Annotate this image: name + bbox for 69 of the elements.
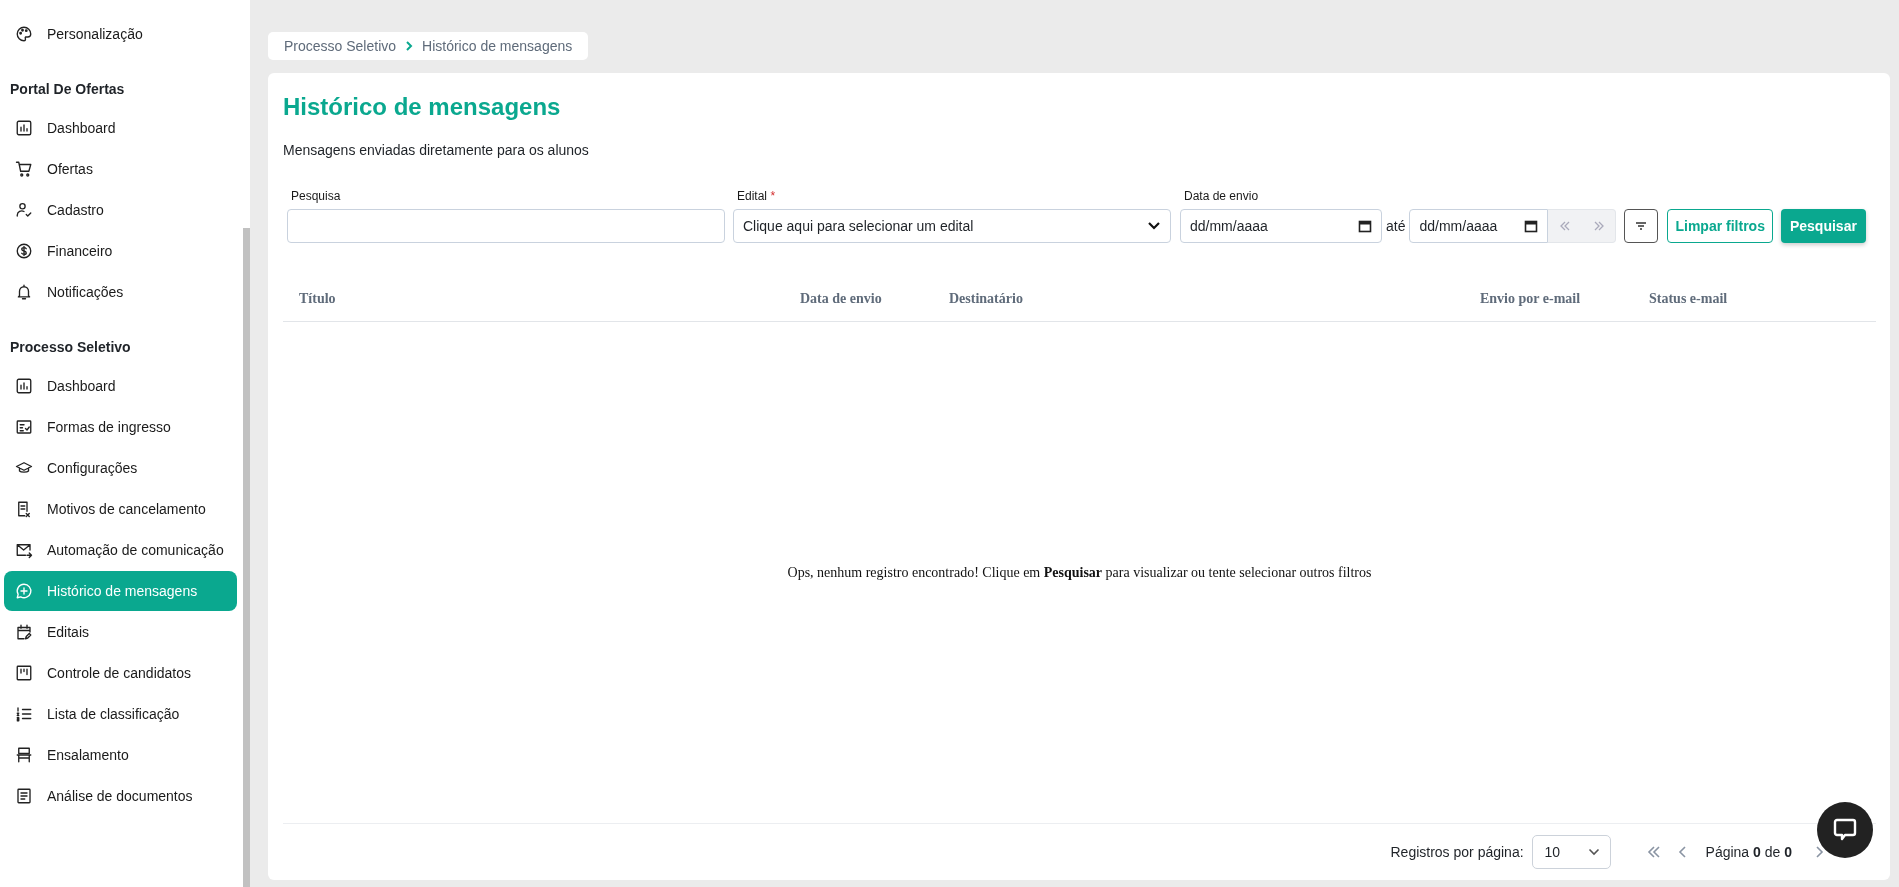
document-icon bbox=[15, 787, 33, 805]
column-header: Status e-mail bbox=[1648, 290, 1729, 307]
scrollbar-thumb[interactable] bbox=[243, 228, 250, 887]
date-field[interactable]: dd/mm/aaaa bbox=[1409, 209, 1549, 243]
sidebar-item[interactable]: Análise de documentos bbox=[4, 776, 237, 816]
required-mark: * bbox=[770, 189, 776, 203]
previous-page-icon[interactable] bbox=[1677, 846, 1688, 858]
calendar-icon[interactable] bbox=[1524, 219, 1539, 233]
page-indicator: Página 0 de 0 bbox=[1705, 844, 1792, 860]
sidebar-item[interactable]: Controle de candidatos bbox=[4, 653, 237, 693]
field-label: Pesquisa bbox=[290, 189, 342, 205]
calendar-icon[interactable] bbox=[1358, 219, 1372, 233]
rows-per-page-select[interactable]: 10 bbox=[1531, 835, 1611, 869]
sidebar-item[interactable]: Configurações bbox=[4, 448, 237, 488]
cart-icon bbox=[15, 160, 33, 178]
empty-state-message: Ops, nenhum registro encontrado! Clique em Pesquisar para visualizar ou tente selecionar outros filtros bbox=[787, 564, 1372, 581]
sidebar-item[interactable]: Automação de comunicação bbox=[4, 530, 237, 570]
envelope-arrow-icon bbox=[15, 541, 33, 559]
sidebar-item[interactable]: Notificações bbox=[4, 272, 237, 312]
chevron-right-icon bbox=[404, 40, 415, 52]
chevron-down-icon bbox=[1587, 848, 1600, 856]
section-heading: Portal De Ofertas bbox=[9, 80, 126, 99]
sidebar-item[interactable]: Lista de classificação bbox=[4, 694, 237, 734]
sidebar-item[interactable]: Dashboard bbox=[4, 366, 237, 406]
page-subtitle: Mensagens enviadas diretamente para os alunos bbox=[283, 142, 590, 158]
seat-icon bbox=[15, 746, 33, 764]
sidebar-item[interactable]: Cadastro bbox=[4, 190, 237, 230]
checklist-icon bbox=[15, 418, 33, 436]
column-header: Data de envio bbox=[799, 290, 883, 307]
sidebar-item[interactable]: Dashboard bbox=[4, 108, 237, 148]
next-page-icon[interactable] bbox=[1814, 846, 1824, 858]
first-page-icon[interactable] bbox=[1646, 846, 1661, 858]
filter-button[interactable] bbox=[1624, 209, 1659, 243]
column-header: Envio por e-mail bbox=[1479, 290, 1582, 307]
edital-select[interactable]: Clique aqui para selecionar um edital bbox=[733, 209, 1171, 243]
field-label: Edital bbox=[737, 189, 768, 203]
search-field[interactable] bbox=[287, 209, 725, 243]
date-separator: até bbox=[1386, 218, 1406, 234]
sidebar-item[interactable]: Ensalamento bbox=[4, 735, 237, 775]
sidebar-item[interactable]: Ofertas bbox=[4, 149, 237, 189]
chat-plus-icon bbox=[15, 582, 33, 600]
numbered-list-icon bbox=[15, 705, 33, 723]
section-heading: Processo Seletivo bbox=[9, 338, 132, 357]
double-chevron-right-icon[interactable] bbox=[1592, 221, 1605, 231]
field-label: Data de envio bbox=[1183, 189, 1260, 205]
column-header: Título bbox=[298, 290, 337, 307]
board-icon bbox=[15, 664, 33, 682]
palette-icon bbox=[15, 25, 33, 43]
dollar-icon bbox=[15, 242, 33, 260]
column-header: Destinatário bbox=[948, 290, 1024, 307]
person-check-icon bbox=[15, 201, 33, 219]
bell-icon bbox=[15, 283, 33, 301]
date-field[interactable]: dd/mm/aaaa bbox=[1180, 209, 1382, 243]
calendar-edit-icon bbox=[15, 623, 33, 641]
breadcrumb-item: Histórico de mensagens bbox=[422, 38, 573, 54]
sidebar-item[interactable]: Editais bbox=[4, 612, 237, 652]
sidebar-item[interactable]: Formas de ingresso bbox=[4, 407, 237, 447]
bar-chart-icon bbox=[15, 377, 33, 395]
document-x-icon bbox=[15, 500, 33, 518]
sidebar-item[interactable]: Financeiro bbox=[4, 231, 237, 271]
sidebar-item[interactable]: Motivos de cancelamento bbox=[4, 489, 237, 529]
rows-per-page-label: Registros por página: bbox=[1390, 844, 1524, 860]
breadcrumb-item[interactable]: Processo Seletivo bbox=[284, 38, 397, 54]
filter-icon bbox=[1635, 221, 1648, 231]
double-chevron-left-icon[interactable] bbox=[1559, 221, 1572, 231]
bar-chart-icon bbox=[15, 119, 33, 137]
page-title: Histórico de mensagens bbox=[283, 92, 562, 122]
sidebar-item[interactable]: Personalização bbox=[4, 14, 237, 54]
chevron-down-icon bbox=[1147, 221, 1161, 231]
